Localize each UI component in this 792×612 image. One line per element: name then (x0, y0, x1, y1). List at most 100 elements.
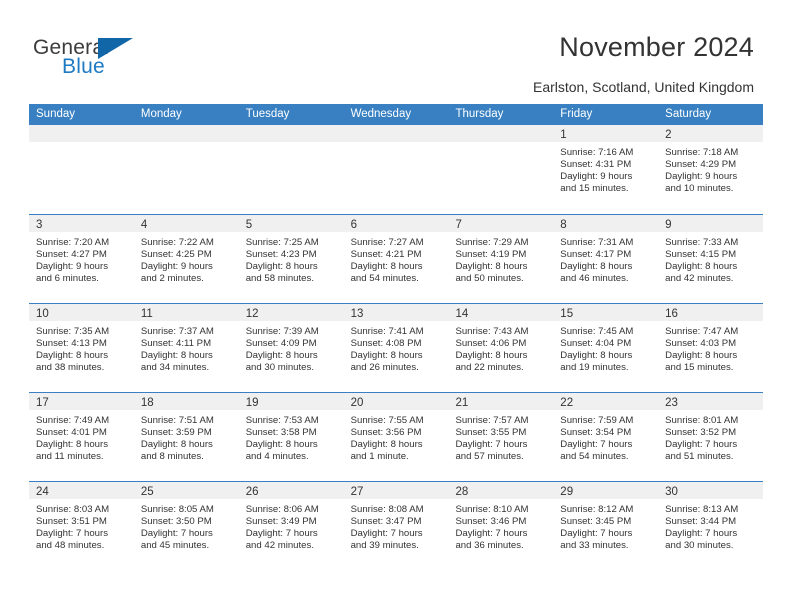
daylight-text-line2: and 15 minutes. (665, 362, 734, 374)
sunset-text: Sunset: 4:03 PM (665, 338, 737, 350)
day-number: 1 (560, 129, 567, 141)
calendar-day-cell[interactable]: 9 Sunrise: 7:33 AM Sunset: 4:15 PM Daylight… (658, 215, 764, 303)
day-number: 21 (455, 397, 469, 409)
sunrise-text: Sunrise: 7:35 AM (36, 326, 110, 337)
calendar-day-cell[interactable]: 2 Sunrise: 7:18 AM Sunset: 4:29 PM Daylight… (658, 125, 764, 214)
calendar-day-cell[interactable]: 3 Sunrise: 7:20 AM Sunset: 4:27 PM Daylight… (29, 215, 134, 303)
sunset-text: Sunset: 4:11 PM (140, 338, 212, 350)
sunrise-text: Sunrise: 7:29 AM (455, 237, 529, 248)
calendar-day-cell[interactable]: 20 Sunrise: 7:55 AM Sunset: 3:56 PM Dayligh… (343, 393, 449, 481)
calendar-day-cell[interactable]: 7 Sunrise: 7:29 AM Sunset: 4:19 PM Daylight… (448, 215, 554, 303)
weekday-header-saturday: Saturday (665, 108, 712, 120)
day-number-band: 29 (553, 482, 659, 499)
daylight-text-line1: Daylight: 7 hours (665, 439, 738, 451)
daylight-text-line2: and 30 minutes. (245, 362, 314, 374)
daylight-text-line2: and 57 minutes. (455, 451, 524, 463)
calendar-week-row: 10 Sunrise: 7:35 AM Sunset: 4:13 PM Dayligh… (29, 303, 764, 392)
calendar-day-cell[interactable]: 24 Sunrise: 8:03 AM Sunset: 3:51 PM Dayligh… (29, 482, 134, 570)
calendar-day-cell[interactable]: 12 Sunrise: 7:39 AM Sunset: 4:09 PM Dayligh… (238, 304, 344, 392)
day-number-band: 24 (29, 482, 134, 499)
sunrise-text: Sunrise: 7:55 AM (350, 415, 424, 426)
day-number-band: 1 (553, 125, 659, 142)
calendar-day-cell[interactable]: 17 Sunrise: 7:49 AM Sunset: 4:01 PM Dayligh… (29, 393, 134, 481)
daylight-text-line1: Daylight: 7 hours (36, 528, 108, 540)
calendar-day-empty (29, 125, 134, 214)
brand-logo[interactable]: General Blue (33, 36, 213, 84)
sunrise-text: Sunrise: 8:08 AM (350, 504, 424, 515)
calendar-day-cell[interactable]: 8 Sunrise: 7:31 AM Sunset: 4:17 PM Daylight… (553, 215, 659, 303)
calendar-day-cell[interactable]: 18 Sunrise: 7:51 AM Sunset: 3:59 PM Dayligh… (133, 393, 239, 481)
sunset-text: Sunset: 4:04 PM (560, 338, 632, 350)
sunrise-text: Sunrise: 8:01 AM (665, 415, 739, 426)
sunrise-text: Sunrise: 8:05 AM (140, 504, 214, 515)
calendar-day-cell[interactable]: 23 Sunrise: 8:01 AM Sunset: 3:52 PM Dayligh… (658, 393, 764, 481)
sunset-text: Sunset: 4:27 PM (36, 249, 107, 261)
sunrise-text: Sunrise: 7:16 AM (560, 147, 634, 158)
daylight-text-line2: and 2 minutes. (140, 273, 204, 285)
sunrise-text: Sunrise: 7:31 AM (560, 237, 634, 248)
calendar-day-cell[interactable]: 29 Sunrise: 8:12 AM Sunset: 3:45 PM Dayligh… (553, 482, 659, 570)
day-number-band: 10 (29, 304, 134, 321)
daylight-text-line1: Daylight: 8 hours (36, 439, 108, 451)
day-number-band: 6 (343, 215, 449, 232)
daylight-text-line2: and 42 minutes. (665, 273, 734, 285)
calendar-day-cell[interactable]: 10 Sunrise: 7:35 AM Sunset: 4:13 PM Dayligh… (29, 304, 134, 392)
calendar-day-cell[interactable]: 14 Sunrise: 7:43 AM Sunset: 4:06 PM Dayligh… (448, 304, 554, 392)
day-sun-info: Sunrise: 7:33 AM Sunset: 4:15 PM Daylight:… (658, 232, 763, 285)
calendar-day-cell[interactable]: 28 Sunrise: 8:10 AM Sunset: 3:46 PM Dayligh… (448, 482, 554, 570)
day-number: 20 (350, 397, 364, 409)
daylight-text-line2: and 10 minutes. (665, 183, 734, 195)
calendar-day-cell[interactable]: 11 Sunrise: 7:37 AM Sunset: 4:11 PM Dayligh… (133, 304, 239, 392)
calendar-day-cell[interactable]: 25 Sunrise: 8:05 AM Sunset: 3:50 PM Dayligh… (133, 482, 239, 570)
calendar-day-cell[interactable]: 27 Sunrise: 8:08 AM Sunset: 3:47 PM Dayligh… (343, 482, 449, 570)
calendar-day-cell[interactable]: 30 Sunrise: 8:13 AM Sunset: 3:44 PM Dayligh… (658, 482, 764, 570)
day-sun-info: Sunrise: 7:27 AM Sunset: 4:21 PM Daylight:… (344, 232, 449, 285)
daylight-text-line1: Daylight: 7 hours (455, 528, 528, 540)
weekday-header-friday: Friday (560, 108, 593, 120)
day-sun-info: Sunrise: 7:41 AM Sunset: 4:08 PM Daylight:… (344, 321, 449, 374)
daylight-text-line1: Daylight: 9 hours (560, 171, 633, 183)
sunrise-text: Sunrise: 7:43 AM (455, 326, 529, 337)
sunrise-text: Sunrise: 8:10 AM (455, 504, 529, 515)
daylight-text-line1: Daylight: 7 hours (140, 528, 213, 540)
page-header: General Blue November 2024 Earlston, Sco… (0, 0, 792, 100)
sunrise-text: Sunrise: 7:33 AM (665, 237, 739, 248)
day-number: 12 (245, 308, 259, 320)
calendar-day-cell[interactable]: 5 Sunrise: 7:25 AM Sunset: 4:23 PM Daylight… (238, 215, 344, 303)
calendar-day-cell[interactable]: 19 Sunrise: 7:53 AM Sunset: 3:58 PM Dayligh… (238, 393, 344, 481)
daylight-text-line1: Daylight: 8 hours (350, 350, 423, 362)
weekday-header-row: Sunday Monday Tuesday Wednesday Thursday Frid… (29, 104, 763, 125)
sunrise-text: Sunrise: 7:41 AM (350, 326, 424, 337)
day-number: 5 (245, 219, 253, 231)
calendar-day-cell[interactable]: 26 Sunrise: 8:06 AM Sunset: 3:49 PM Dayligh… (238, 482, 344, 570)
calendar-day-cell[interactable]: 1 Sunrise: 7:16 AM Sunset: 4:31 PM Daylight… (553, 125, 659, 214)
calendar-day-cell[interactable]: 21 Sunrise: 7:57 AM Sunset: 3:55 PM Dayligh… (448, 393, 554, 481)
day-number: 16 (665, 308, 678, 320)
sunrise-text: Sunrise: 7:22 AM (140, 237, 214, 248)
day-sun-info: Sunrise: 8:12 AM Sunset: 3:45 PM Daylight:… (553, 499, 658, 552)
day-sun-info: Sunrise: 7:45 AM Sunset: 4:04 PM Daylight:… (553, 321, 658, 374)
day-number: 2 (665, 129, 672, 141)
calendar-day-empty (448, 125, 554, 214)
daylight-text-line1: Daylight: 8 hours (36, 350, 108, 362)
calendar-day-cell[interactable]: 4 Sunrise: 7:22 AM Sunset: 4:25 PM Daylight… (133, 215, 239, 303)
daylight-text-line1: Daylight: 7 hours (245, 528, 318, 540)
daylight-text-line2: and 33 minutes. (560, 540, 629, 552)
page-location: Earlston, Scotland, United Kingdom (532, 79, 754, 95)
daylight-text-line1: Daylight: 8 hours (665, 261, 738, 273)
calendar-day-cell[interactable]: 22 Sunrise: 7:59 AM Sunset: 3:54 PM Dayligh… (553, 393, 659, 481)
calendar-day-cell[interactable]: 15 Sunrise: 7:45 AM Sunset: 4:04 PM Dayligh… (553, 304, 659, 392)
sunset-text: Sunset: 4:01 PM (36, 427, 107, 439)
sunset-text: Sunset: 3:52 PM (665, 427, 737, 439)
daylight-text-line2: and 19 minutes. (560, 362, 629, 374)
calendar-week-row: 1 Sunrise: 7:16 AM Sunset: 4:31 PM Daylight… (29, 125, 764, 214)
sunset-text: Sunset: 3:59 PM (140, 427, 212, 439)
page-title: November 2024 (559, 32, 754, 62)
calendar-day-cell[interactable]: 13 Sunrise: 7:41 AM Sunset: 4:08 PM Dayligh… (343, 304, 449, 392)
day-number-band: 22 (553, 393, 659, 410)
daylight-text-line2: and 34 minutes. (140, 362, 210, 374)
calendar-day-cell[interactable]: 6 Sunrise: 7:27 AM Sunset: 4:21 PM Daylight… (343, 215, 449, 303)
day-number-band: 25 (133, 482, 239, 499)
calendar-day-cell[interactable]: 16 Sunrise: 7:47 AM Sunset: 4:03 PM Dayligh… (658, 304, 764, 392)
daylight-text-line1: Daylight: 7 hours (560, 528, 633, 540)
